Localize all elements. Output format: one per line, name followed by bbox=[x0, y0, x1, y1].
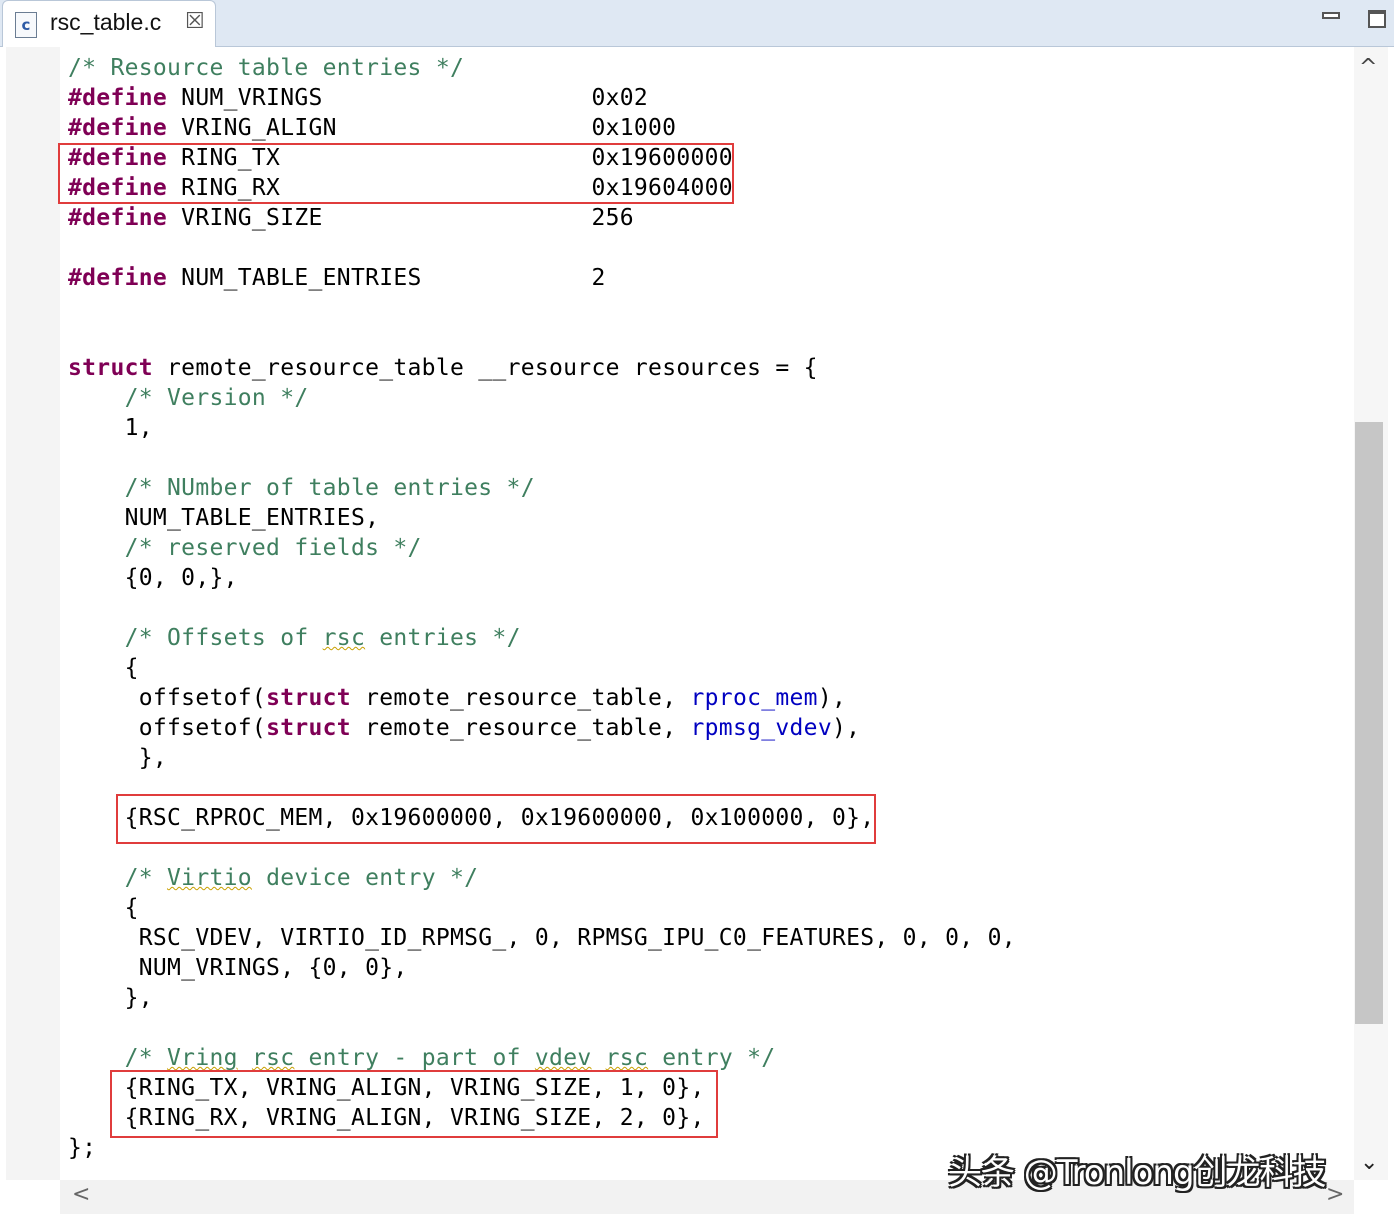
code-token: }, bbox=[68, 745, 168, 771]
editor-tab-bar: c rsc_table.c ☒ bbox=[0, 0, 1394, 47]
code-token: #define bbox=[68, 115, 168, 141]
highlight-box-vring-entries bbox=[110, 1070, 718, 1138]
code-line: #define NUM_TABLE_ENTRIES 2 bbox=[68, 263, 1016, 293]
code-token: #define bbox=[68, 205, 168, 231]
code-line: RSC_VDEV, VIRTIO_ID_RPMSG_, 0, RPMSG_IPU… bbox=[68, 923, 1016, 953]
code-token: rproc_mem bbox=[690, 685, 818, 711]
tab-rsc-table-c[interactable]: c rsc_table.c ☒ bbox=[2, 0, 216, 47]
code-token: rsc bbox=[251, 1045, 295, 1071]
code-token: }; bbox=[68, 1135, 97, 1161]
code-token: remote_resource_table, bbox=[350, 685, 691, 711]
code-line: }, bbox=[68, 743, 1016, 773]
code-token: rsc bbox=[322, 625, 366, 651]
highlight-box-rproc-mem bbox=[116, 794, 876, 844]
vertical-scrollbar[interactable]: ^ bbox=[1354, 47, 1388, 1180]
code-line: { bbox=[68, 893, 1016, 923]
code-line: /* Resource table entries */ bbox=[68, 53, 1016, 83]
editor-ruler bbox=[6, 47, 60, 1180]
code-token: /* bbox=[68, 1045, 168, 1071]
code-token: }, bbox=[68, 985, 153, 1011]
code-line: /* Vring rsc entry - part of vdev rsc en… bbox=[68, 1043, 1016, 1073]
highlight-box-ring-defines bbox=[58, 143, 734, 204]
code-line: offsetof(struct remote_resource_table, r… bbox=[68, 713, 1016, 743]
code-line: #define VRING_ALIGN 0x1000 bbox=[68, 113, 1016, 143]
code-token: /* reserved fields */ bbox=[68, 535, 422, 561]
code-token: entry */ bbox=[648, 1045, 776, 1071]
code-token: #define bbox=[68, 265, 168, 291]
code-line: /* Virtio device entry */ bbox=[68, 863, 1016, 893]
code-token: VRING_SIZE 256 bbox=[167, 205, 634, 231]
code-token: {0, 0,}, bbox=[68, 565, 238, 591]
code-line: NUM_VRINGS, {0, 0}, bbox=[68, 953, 1016, 983]
code-line: struct remote_resource_table __resource … bbox=[68, 353, 1016, 383]
code-line: #define NUM_VRINGS 0x02 bbox=[68, 83, 1016, 113]
watermark: 头条 @Tronlong创龙科技 bbox=[948, 1153, 1327, 1193]
code-token: entries */ bbox=[365, 625, 521, 651]
scroll-right-icon[interactable]: > bbox=[1326, 1182, 1344, 1207]
code-token: remote_resource_table, bbox=[350, 715, 691, 741]
code-line: #define VRING_SIZE 256 bbox=[68, 203, 1016, 233]
code-token: remote_resource_table __resource resourc… bbox=[152, 355, 818, 381]
code-token: /* Resource table entries */ bbox=[68, 55, 465, 81]
code-token: entry - part of bbox=[294, 1045, 535, 1071]
chevron-down-icon: ⌄ bbox=[1360, 1150, 1379, 1175]
code-line: { bbox=[68, 653, 1016, 683]
code-content[interactable]: /* Resource table entries */#define NUM_… bbox=[68, 53, 1016, 1163]
code-token: rpmsg_vdev bbox=[690, 715, 832, 741]
code-token: { bbox=[68, 895, 139, 921]
code-token: Virtio bbox=[167, 865, 252, 891]
scroll-up-icon[interactable]: ^ bbox=[1359, 55, 1377, 80]
code-token: NUM_VRINGS, {0, 0}, bbox=[68, 955, 408, 981]
code-token: NUM_VRINGS 0x02 bbox=[167, 85, 649, 111]
code-token: struct bbox=[266, 685, 351, 711]
code-line: /* Version */ bbox=[68, 383, 1016, 413]
code-line: offsetof(struct remote_resource_table, r… bbox=[68, 683, 1016, 713]
code-line: {0, 0,}, bbox=[68, 563, 1016, 593]
scroll-left-icon[interactable]: < bbox=[72, 1182, 90, 1207]
minimize-icon[interactable] bbox=[1322, 12, 1340, 19]
code-token: NUM_TABLE_ENTRIES, bbox=[68, 505, 380, 531]
code-token: ), bbox=[831, 715, 861, 741]
maximize-icon[interactable] bbox=[1368, 10, 1386, 28]
code-line: 1, bbox=[68, 413, 1016, 443]
code-token: device entry */ bbox=[251, 865, 479, 891]
close-icon[interactable]: ☒ bbox=[185, 9, 205, 34]
code-token: #define bbox=[68, 85, 168, 111]
code-line: /* NUmber of table entries */ bbox=[68, 473, 1016, 503]
vertical-scroll-thumb[interactable] bbox=[1355, 422, 1383, 1024]
code-token: RSC_VDEV, VIRTIO_ID_RPMSG_, 0, RPMSG_IPU… bbox=[68, 925, 1016, 951]
tab-title: rsc_table.c bbox=[50, 9, 162, 35]
code-token: Vring bbox=[167, 1045, 238, 1071]
code-token: struct bbox=[68, 355, 153, 381]
code-token: VRING_ALIGN 0x1000 bbox=[167, 115, 677, 141]
code-line: /* reserved fields */ bbox=[68, 533, 1016, 563]
code-line: /* Offsets of rsc entries */ bbox=[68, 623, 1016, 653]
code-token: /* NUmber of table entries */ bbox=[68, 475, 535, 501]
code-token: /* Offsets of bbox=[68, 625, 323, 651]
code-line: NUM_TABLE_ENTRIES, bbox=[68, 503, 1016, 533]
code-token: vdev bbox=[534, 1045, 592, 1071]
code-token: NUM_TABLE_ENTRIES 2 bbox=[167, 265, 606, 291]
code-token: /* Version */ bbox=[68, 385, 309, 411]
code-line: }, bbox=[68, 983, 1016, 1013]
code-token: ), bbox=[817, 685, 847, 711]
code-token: 1, bbox=[68, 415, 153, 441]
code-token: /* bbox=[68, 865, 168, 891]
code-token: offsetof( bbox=[68, 685, 267, 711]
c-file-icon: c bbox=[15, 12, 37, 38]
code-token: offsetof( bbox=[68, 715, 267, 741]
code-token: struct bbox=[266, 715, 351, 741]
code-token: { bbox=[68, 655, 139, 681]
code-token: rsc bbox=[605, 1045, 649, 1071]
